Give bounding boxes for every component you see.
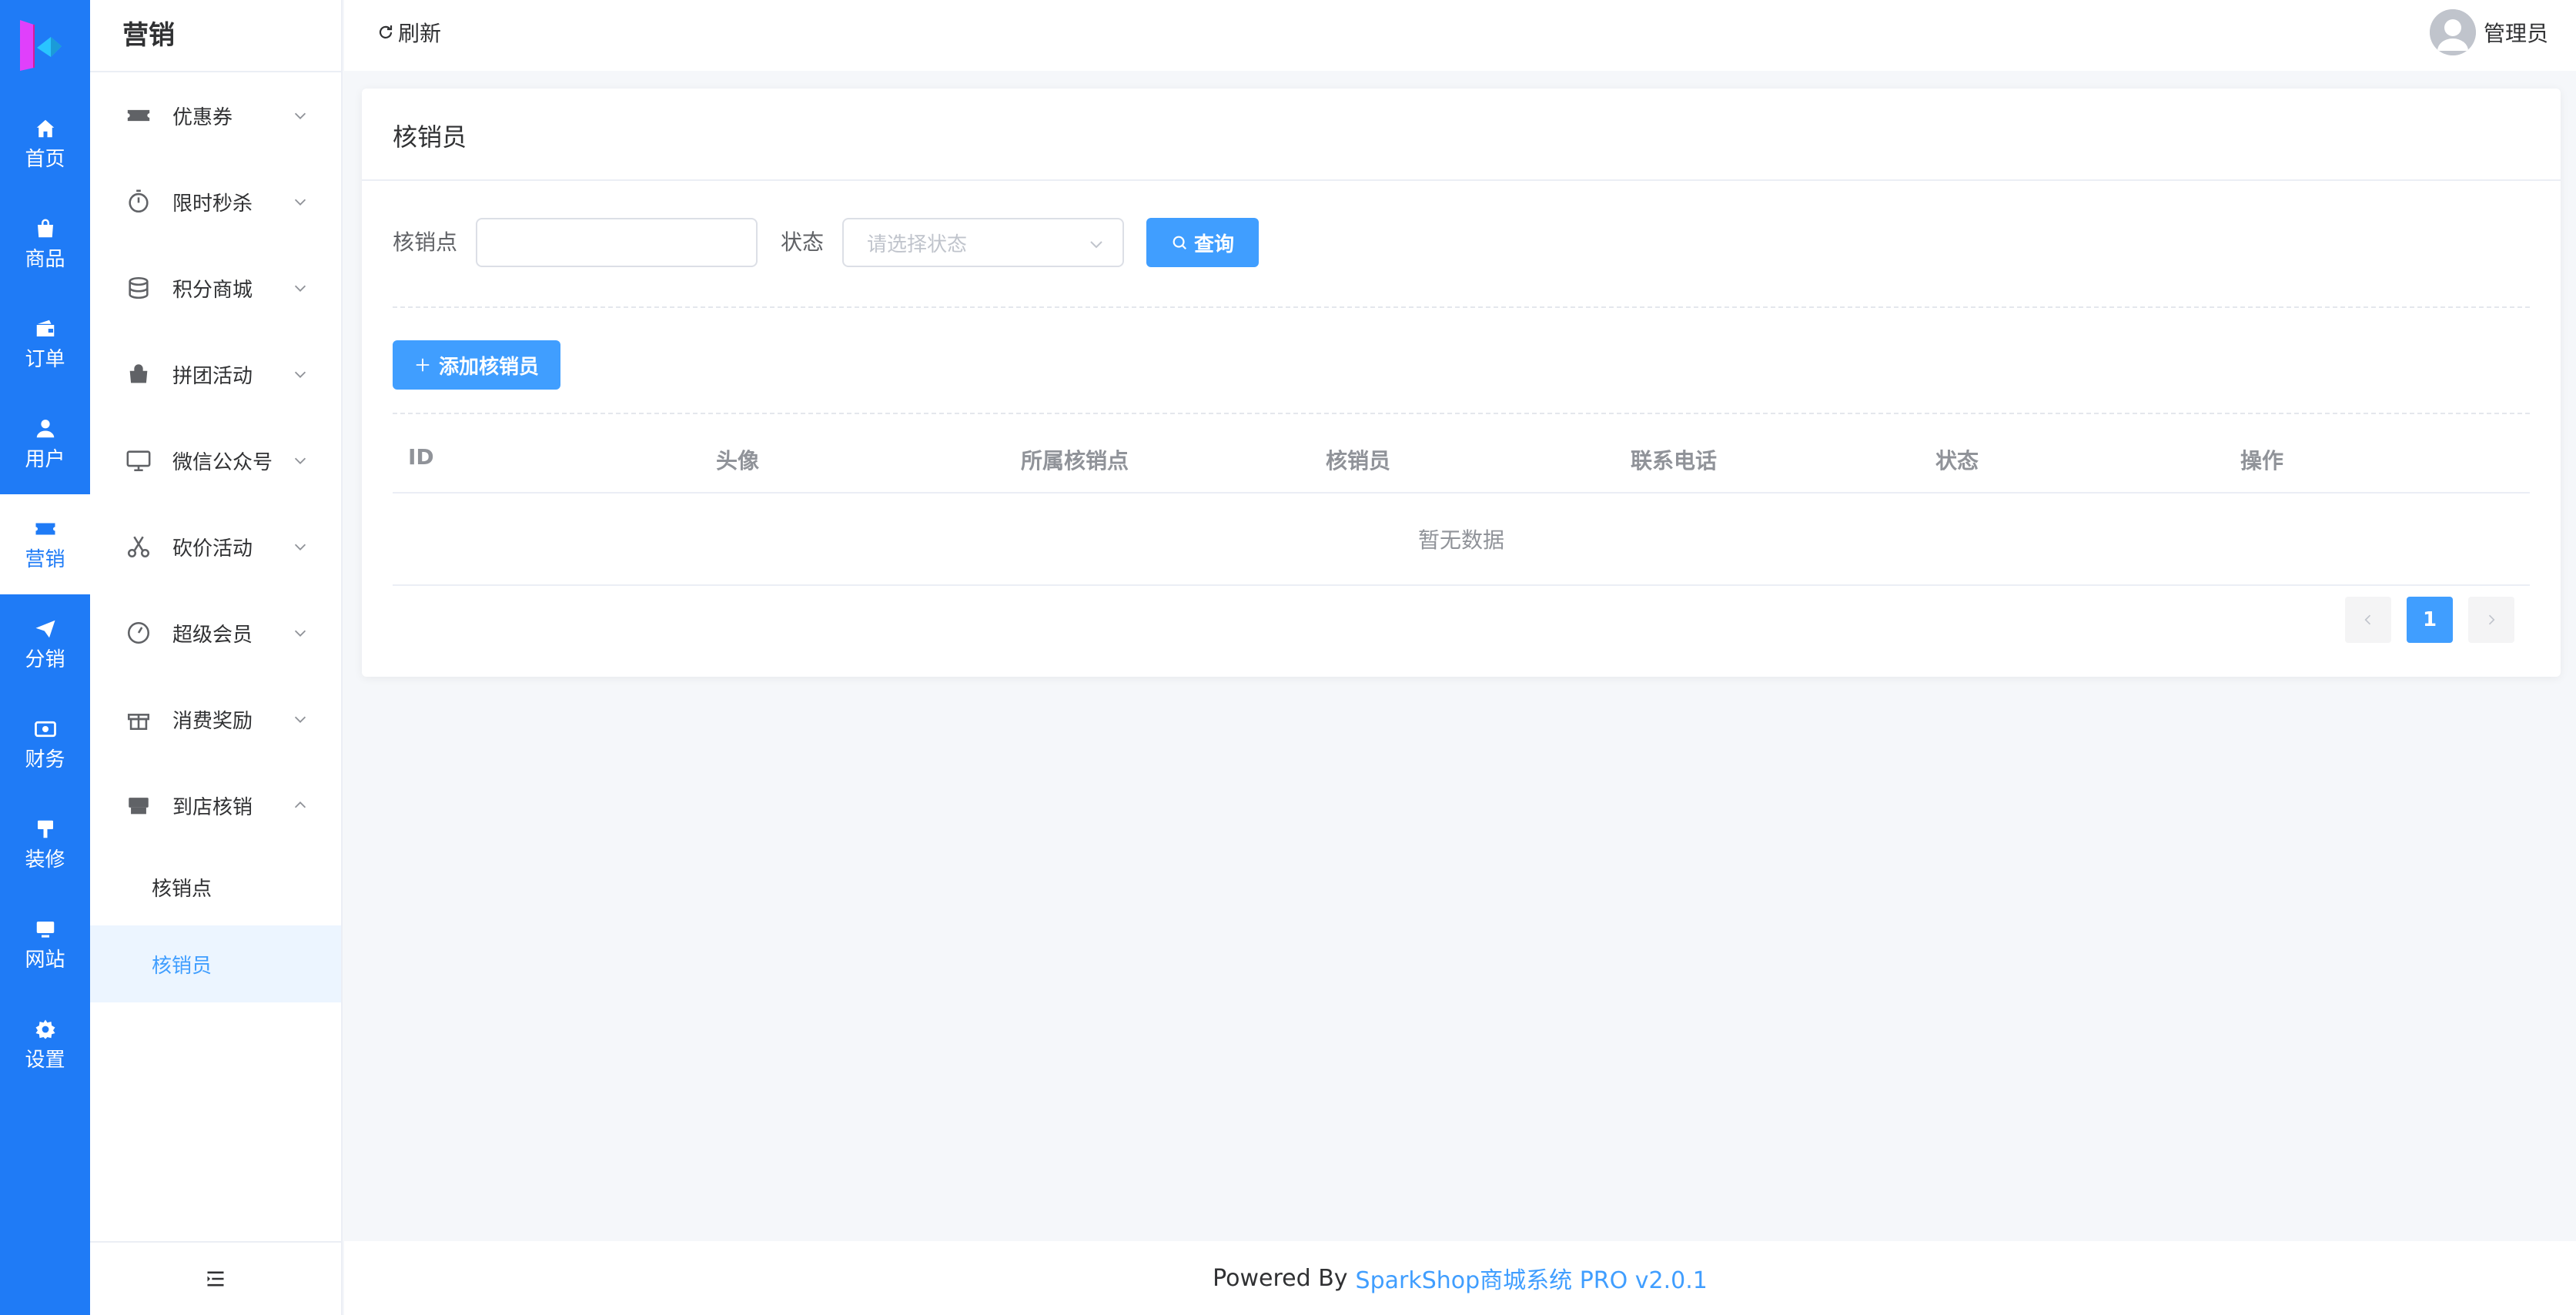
toolbar-divider xyxy=(393,413,2530,414)
refresh-icon xyxy=(379,25,393,38)
brush-icon xyxy=(37,820,53,838)
stopwatch-icon xyxy=(129,189,149,213)
main-card: 核销员 核销点 状态 请选择状态 查询 添加核销员 ID 头像 所属核销点 核销… xyxy=(362,89,2561,677)
menu-item-wechat-official[interactable]: 微信公众号 xyxy=(90,417,341,504)
rail-item-distribution[interactable]: 分销 xyxy=(0,594,90,694)
rail-item-orders[interactable]: 订单 xyxy=(0,294,90,394)
menu-fold-icon xyxy=(207,1271,224,1287)
next-page-button[interactable] xyxy=(2468,597,2514,643)
table-empty-state: 暂无数据 xyxy=(393,494,2530,586)
chevron-down-icon xyxy=(294,199,306,206)
primary-rail: 首页 商品 订单 用户 营销 分销 财务 装修 网站 设置 xyxy=(0,0,90,1315)
gauge-icon xyxy=(127,621,150,644)
plus-icon xyxy=(416,358,430,372)
chevron-down-icon xyxy=(294,544,306,550)
money-icon xyxy=(34,721,56,738)
menu-item-coupons[interactable]: 优惠券 xyxy=(90,72,341,159)
menu-item-store-verification[interactable]: 到店核销 xyxy=(90,762,341,848)
gift-icon xyxy=(127,714,150,731)
user-menu[interactable]: 管理员 xyxy=(2429,9,2548,55)
footer: Powered By SparkShop商城系统 PRO v2.0.1 xyxy=(344,1241,2576,1315)
sidebar-section-title: 营销 xyxy=(122,20,175,51)
column-header-status: 状态 xyxy=(1935,448,1979,473)
chevron-down-icon xyxy=(294,371,306,378)
filter-divider xyxy=(393,306,2530,308)
chevron-down-icon xyxy=(294,112,306,119)
menu-item-flash-sale[interactable]: 限时秒杀 xyxy=(90,159,341,245)
submenu-item-verification-staff[interactable]: 核销员 xyxy=(90,925,341,1002)
column-header-actions: 操作 xyxy=(2240,448,2284,473)
chevron-down-icon xyxy=(1090,241,1102,249)
coins-icon xyxy=(129,276,149,299)
footer-product-link[interactable]: SparkShop商城系统 PRO v2.0.1 xyxy=(1356,1261,1708,1295)
column-header-staff: 核销员 xyxy=(1326,448,1391,473)
home-icon xyxy=(36,119,54,138)
column-header-avatar: 头像 xyxy=(716,448,760,473)
menu-item-spending-rewards[interactable]: 消费奖励 xyxy=(90,676,341,762)
monitor-icon xyxy=(126,450,151,472)
page-number-current[interactable]: 1 xyxy=(2407,597,2453,643)
column-header-phone: 联系电话 xyxy=(1631,448,1718,473)
chevron-down-icon xyxy=(294,716,306,723)
menu-item-group-buy[interactable]: 拼团活动 xyxy=(90,331,341,417)
monitor-icon xyxy=(36,922,54,938)
rail-item-website[interactable]: 网站 xyxy=(0,895,90,995)
rail-item-products[interactable]: 商品 xyxy=(0,194,90,294)
rail-item-marketing[interactable]: 营销 xyxy=(0,494,90,594)
gear-icon xyxy=(35,1019,55,1039)
filter-status-label: 状态 xyxy=(781,229,825,255)
add-staff-button[interactable]: 添加核销员 xyxy=(393,340,560,390)
ticket-icon xyxy=(35,523,55,535)
menu-item-bargain[interactable]: 砍价活动 xyxy=(90,504,341,590)
rail-item-settings[interactable]: 设置 xyxy=(0,995,90,1095)
bag-icon xyxy=(37,219,53,238)
column-header-id: ID xyxy=(408,444,434,470)
brand-logo[interactable] xyxy=(17,17,69,72)
scissors-icon xyxy=(127,536,150,558)
chevron-down-icon xyxy=(294,457,306,464)
wallet-icon xyxy=(36,320,54,336)
search-icon xyxy=(1173,236,1187,250)
ticket-icon xyxy=(127,109,150,122)
prev-page-button[interactable] xyxy=(2345,597,2391,643)
column-header-point: 所属核销点 xyxy=(1021,448,1129,473)
shopping-bag-icon xyxy=(129,364,148,383)
submenu-item-verification-point[interactable]: 核销点 xyxy=(90,848,341,925)
filter-point-label: 核销点 xyxy=(393,229,458,255)
rail-item-finance[interactable]: 财务 xyxy=(0,694,90,795)
menu-item-points-mall[interactable]: 积分商城 xyxy=(90,245,341,331)
refresh-button[interactable]: 刷新 xyxy=(376,17,441,48)
send-icon xyxy=(35,620,55,638)
status-select[interactable]: 请选择状态 xyxy=(842,218,1124,267)
table-header: ID 头像 所属核销点 核销员 联系电话 状态 操作 xyxy=(393,420,2530,494)
chevron-left-icon xyxy=(2364,614,2371,625)
rail-item-users[interactable]: 用户 xyxy=(0,394,90,494)
chevron-up-icon xyxy=(294,801,306,808)
page-title: 核销员 xyxy=(393,122,467,152)
rail-item-home[interactable]: 首页 xyxy=(0,94,90,194)
store-icon xyxy=(129,798,149,815)
verification-point-input[interactable] xyxy=(476,218,758,267)
rail-item-decoration[interactable]: 装修 xyxy=(0,795,90,895)
username: 管理员 xyxy=(2483,21,2548,46)
chevron-down-icon xyxy=(294,630,306,637)
sidebar-collapse-button[interactable] xyxy=(90,1241,341,1315)
user-icon xyxy=(36,420,54,438)
footer-prefix: Powered By xyxy=(1213,1264,1348,1292)
secondary-sidebar: 营销 优惠券 限时秒杀 积分商城 拼团活动 微信公众号 砍价活动 超级会员 消费… xyxy=(90,0,343,1315)
menu-item-super-member[interactable]: 超级会员 xyxy=(90,590,341,676)
chevron-right-icon xyxy=(2488,614,2495,625)
top-header: 刷新 管理员 xyxy=(344,0,2576,71)
avatar xyxy=(2429,9,2476,55)
chevron-down-icon xyxy=(294,285,306,292)
card-header-divider xyxy=(362,179,2561,181)
search-button[interactable]: 查询 xyxy=(1146,218,1259,267)
